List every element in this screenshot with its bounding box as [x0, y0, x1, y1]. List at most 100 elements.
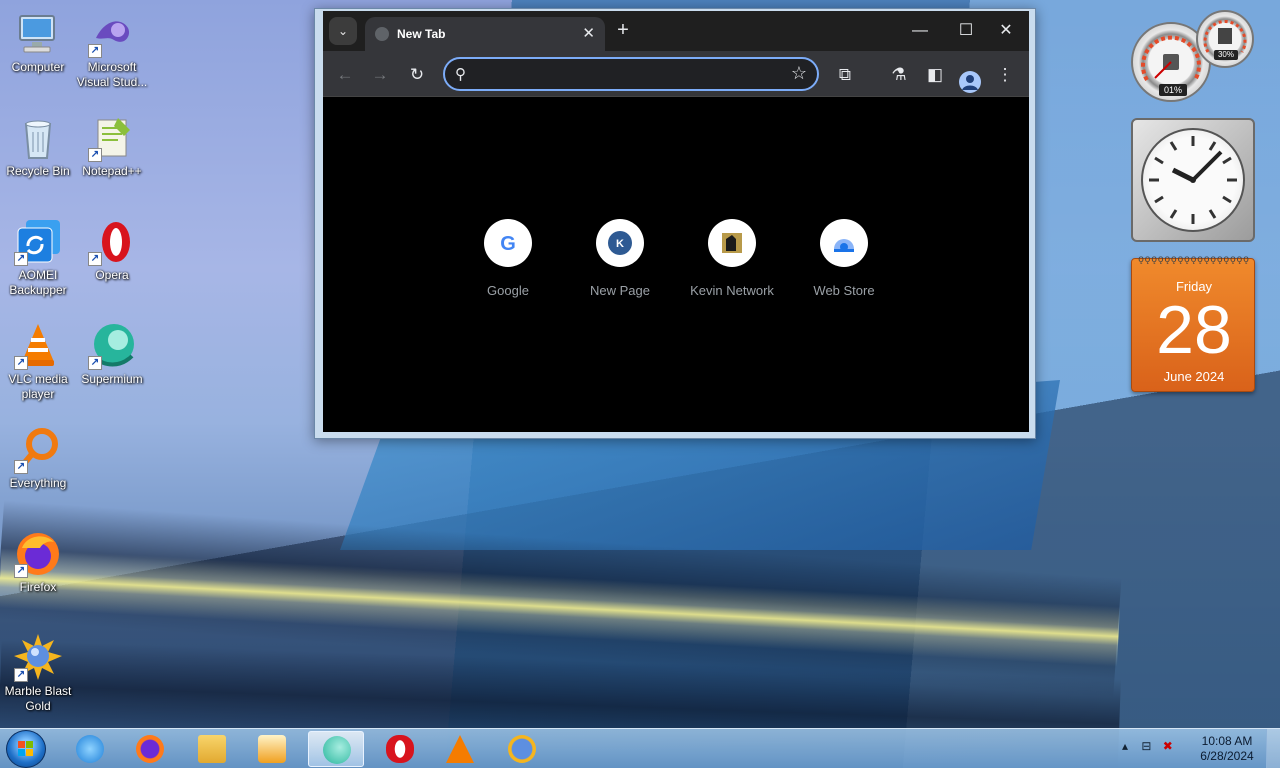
desktop-icon-marble-blast-gold[interactable]: ↗ Marble Blast Gold	[0, 634, 76, 714]
taskbar-marble-blast[interactable]	[494, 731, 550, 767]
desktop-icon-supermium[interactable]: ↗ Supermium	[74, 322, 150, 387]
windows-logo-icon	[18, 741, 33, 756]
aomei-backupper-icon: ↗	[14, 218, 62, 266]
volume-muted-icon[interactable]: ✖	[1163, 739, 1173, 753]
clock-date: 6/28/2024	[1200, 749, 1254, 763]
shortcut-label: Kevin Network	[690, 283, 774, 298]
desktop-icon-visual-studio[interactable]: ↗ Microsoft Visual Stud...	[74, 10, 150, 90]
browser-window[interactable]: ⌄ New Tab ✕ + — ☐ ✕ ← → ↻ ⚲ ☆ ⧉ ⚗ ◧ ⋮ G …	[314, 8, 1036, 439]
everything-icon: ↗	[14, 426, 62, 474]
new-tab-button[interactable]: +	[609, 19, 637, 42]
shortcut-tile-web-store[interactable]: Web Store	[788, 219, 900, 298]
forward-button[interactable]: →	[368, 63, 392, 87]
desktop-icon-aomei-backupper[interactable]: ↗ AOMEI Backupper	[0, 218, 76, 298]
network-icon[interactable]: ⊟	[1141, 739, 1151, 753]
tab-search-button[interactable]: ⌄	[329, 17, 357, 45]
desktop-icon-label: Supermium	[81, 372, 143, 386]
desktop-icon-recycle-bin[interactable]: Recycle Bin	[0, 114, 76, 179]
calendar-gadget[interactable]: ǫǫǫǫǫǫǫǫǫǫǫǫǫǫǫǫǫ Friday 28 June 2024	[1131, 254, 1255, 392]
shortcut-label: Web Store	[813, 283, 875, 298]
reload-icon: ↻	[409, 65, 425, 84]
desktop-icon-label: Opera	[95, 268, 129, 282]
profile-avatar[interactable]	[959, 71, 981, 93]
marble-blast-icon: ↗	[14, 634, 62, 682]
extensions-button[interactable]: ⧉	[833, 63, 857, 87]
computer-icon	[14, 10, 62, 58]
internet-explorer-icon	[76, 735, 104, 763]
k-letter-icon: K	[596, 219, 644, 267]
vlc-icon: ↗	[14, 322, 62, 370]
google-icon: G	[484, 219, 532, 267]
desktop-icon-notepad-plus-plus[interactable]: ↗ Notepad++	[74, 114, 150, 179]
menu-button[interactable]: ⋮	[993, 63, 1017, 87]
person-icon	[962, 75, 978, 90]
visual-studio-icon: ↗	[88, 10, 136, 58]
tab-new-tab[interactable]: New Tab ✕	[365, 17, 605, 51]
taskbar-opera[interactable]	[372, 731, 428, 767]
address-input[interactable]	[479, 65, 779, 85]
plus-icon: +	[617, 19, 629, 41]
desktop-icon-label: Computer	[11, 60, 65, 74]
desktop-icon-label: Marble Blast Gold	[4, 684, 72, 713]
desktop-icon-firefox[interactable]: ↗ Firefox	[0, 530, 76, 595]
close-window-button[interactable]: ✕	[983, 17, 1029, 45]
shortcut-tile-google[interactable]: G Google	[452, 219, 564, 298]
memory-meter-gadget[interactable]: 30%	[1196, 10, 1254, 68]
new-tab-page: G Google K New Page Kevin Network Web St…	[323, 97, 1029, 432]
reload-button[interactable]: ↻	[405, 63, 429, 87]
firefox-icon	[136, 735, 164, 763]
desktop-icon-label: Microsoft Visual Stud...	[76, 60, 148, 89]
shortcut-arrow-icon: ↗	[14, 564, 28, 578]
shortcut-letter: K	[616, 238, 624, 250]
taskbar-vlc[interactable]	[432, 731, 488, 767]
recycle-bin-icon	[14, 114, 62, 162]
memory-usage-readout: 30%	[1214, 50, 1238, 60]
marble-blast-icon	[508, 735, 536, 763]
shortcut-arrow-icon: ↗	[88, 356, 102, 370]
minimize-icon: —	[912, 22, 928, 39]
desktop-icon-label: Firefox	[19, 580, 57, 594]
shortcut-arrow-icon: ↗	[88, 252, 102, 266]
supermium-icon: ↗	[88, 322, 136, 370]
firefox-icon: ↗	[14, 530, 62, 578]
desktop-icon-label: Notepad++	[82, 164, 142, 178]
kevin-network-icon	[708, 219, 756, 267]
start-button[interactable]	[6, 730, 46, 768]
omnibox[interactable]: ⚲ ☆	[443, 57, 819, 91]
labs-button[interactable]: ⚗	[887, 63, 911, 87]
taskbar-firefox[interactable]	[122, 731, 178, 767]
back-button[interactable]: ←	[333, 63, 357, 87]
taskbar-clock[interactable]: 10:08 AM 6/28/2024	[1196, 734, 1258, 764]
taskbar-file-explorer[interactable]	[184, 731, 240, 767]
taskbar-media-player[interactable]	[244, 731, 300, 767]
shortcut-label: New Page	[590, 283, 650, 298]
supermium-icon	[323, 736, 351, 764]
media-player-icon	[258, 735, 286, 763]
show-desktop-button[interactable]	[1266, 729, 1280, 768]
taskbar-internet-explorer[interactable]	[62, 731, 118, 767]
opera-icon	[386, 735, 414, 763]
maximize-icon: ☐	[958, 22, 974, 39]
taskbar-supermium[interactable]	[308, 731, 364, 767]
bookmark-star-icon[interactable]: ☆	[791, 63, 807, 84]
clock-face	[1141, 128, 1245, 232]
shortcut-tile-new-page[interactable]: K New Page	[564, 219, 676, 298]
minimize-button[interactable]: —	[897, 17, 943, 45]
desktop-icon-label: Recycle Bin	[6, 164, 70, 178]
desktop-icon-computer[interactable]: Computer	[0, 10, 76, 75]
clock-time: 10:08 AM	[1201, 734, 1253, 748]
shortcut-arrow-icon: ↗	[14, 668, 28, 682]
notepad-plus-plus-icon: ↗	[88, 114, 136, 162]
search-icon: ⚲	[455, 66, 466, 83]
show-hidden-icons-icon[interactable]: ▴	[1122, 739, 1128, 753]
close-tab-icon[interactable]: ✕	[582, 24, 595, 42]
shortcut-arrow-icon: ↗	[14, 252, 28, 266]
desktop-icon-opera[interactable]: ↗ Opera	[74, 218, 150, 283]
desktop-icon-everything[interactable]: ↗ Everything	[0, 426, 76, 491]
shortcut-tile-kevin-network[interactable]: Kevin Network	[676, 219, 788, 298]
side-panel-button[interactable]: ◧	[923, 63, 947, 87]
clock-gadget[interactable]	[1131, 118, 1255, 242]
desktop-icon-vlc[interactable]: ↗ VLC media player	[0, 322, 76, 402]
tab-title: New Tab	[397, 27, 446, 41]
calendar-rings: ǫǫǫǫǫǫǫǫǫǫǫǫǫǫǫǫǫ	[1138, 254, 1250, 265]
